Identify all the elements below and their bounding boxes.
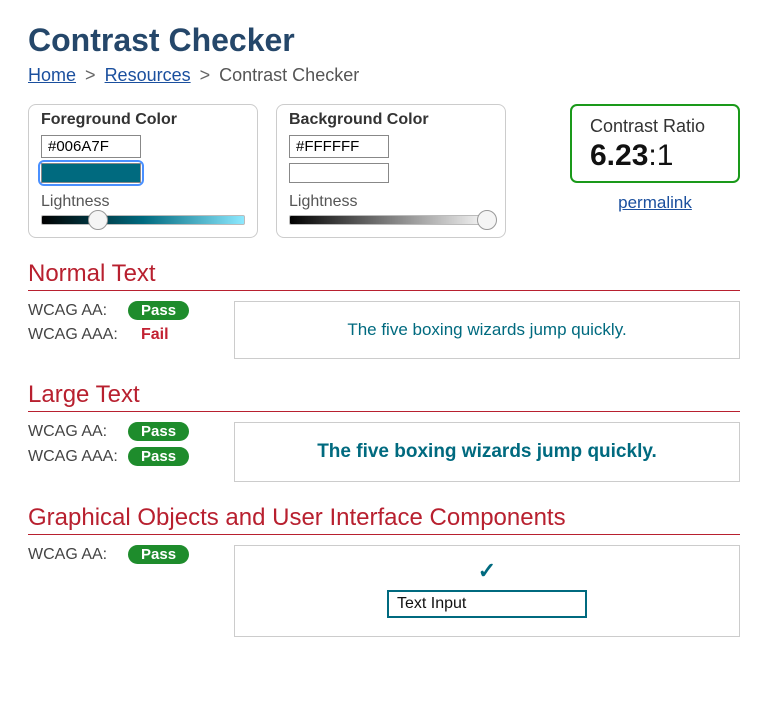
foreground-lightness-label: Lightness — [41, 193, 245, 211]
slider-track — [41, 215, 245, 225]
slider-thumb[interactable] — [88, 210, 108, 230]
background-panel: Background Color Lightness — [276, 104, 506, 238]
normal-text-heading: Normal Text — [28, 260, 740, 288]
breadcrumb-sep: > — [85, 65, 96, 85]
background-swatch[interactable] — [289, 163, 389, 183]
contrast-ratio-suffix: :1 — [648, 139, 673, 172]
background-swatch-fill — [289, 163, 389, 183]
section-rule — [28, 411, 740, 412]
normal-aa-badge: Pass — [128, 301, 189, 320]
breadcrumb-sep: > — [200, 65, 211, 85]
contrast-ratio-value: 6.23 — [590, 139, 648, 172]
foreground-hex-input[interactable] — [41, 135, 141, 158]
ui-demo-box: ✓ — [234, 545, 740, 637]
large-text-sample: The five boxing wizards jump quickly. — [317, 441, 657, 463]
slider-track — [289, 215, 493, 225]
background-lightness-slider[interactable] — [289, 215, 493, 225]
large-aa-label: WCAG AA: — [28, 423, 128, 441]
foreground-lightness-slider[interactable] — [41, 215, 245, 225]
demo-text-input[interactable] — [387, 590, 587, 618]
background-label: Background Color — [289, 111, 493, 129]
section-rule — [28, 534, 740, 535]
foreground-label: Foreground Color — [41, 111, 245, 129]
section-rule — [28, 290, 740, 291]
large-aaa-badge: Pass — [128, 447, 189, 466]
large-aaa-label: WCAG AAA: — [28, 448, 128, 466]
normal-aa-label: WCAG AA: — [28, 302, 128, 320]
breadcrumb-current: Contrast Checker — [219, 65, 359, 85]
normal-aaa-label: WCAG AAA: — [28, 326, 128, 344]
contrast-ratio-label: Contrast Ratio — [590, 116, 720, 137]
large-aa-badge: Pass — [128, 422, 189, 441]
slider-thumb[interactable] — [477, 210, 497, 230]
foreground-swatch-fill — [41, 163, 141, 183]
contrast-ratio-box: Contrast Ratio 6.23:1 — [570, 104, 740, 183]
permalink-link[interactable]: permalink — [618, 193, 692, 212]
background-hex-input[interactable] — [289, 135, 389, 158]
ui-aa-badge: Pass — [128, 545, 189, 564]
page-title: Contrast Checker — [28, 22, 740, 59]
ui-components-heading: Graphical Objects and User Interface Com… — [28, 504, 740, 532]
checkmark-icon: ✓ — [478, 558, 496, 584]
normal-text-sample-box[interactable]: The five boxing wizards jump quickly. — [234, 301, 740, 359]
normal-text-sample: The five boxing wizards jump quickly. — [347, 320, 626, 340]
breadcrumb-home[interactable]: Home — [28, 65, 76, 85]
foreground-panel: Foreground Color Lightness — [28, 104, 258, 238]
breadcrumb: Home > Resources > Contrast Checker — [28, 65, 740, 86]
large-text-sample-box[interactable]: The five boxing wizards jump quickly. — [234, 422, 740, 482]
normal-aaa-result: Fail — [128, 326, 169, 344]
foreground-swatch[interactable] — [41, 163, 141, 183]
large-text-heading: Large Text — [28, 381, 740, 409]
ui-aa-label: WCAG AA: — [28, 546, 128, 564]
breadcrumb-resources[interactable]: Resources — [105, 65, 191, 85]
background-lightness-label: Lightness — [289, 193, 493, 211]
